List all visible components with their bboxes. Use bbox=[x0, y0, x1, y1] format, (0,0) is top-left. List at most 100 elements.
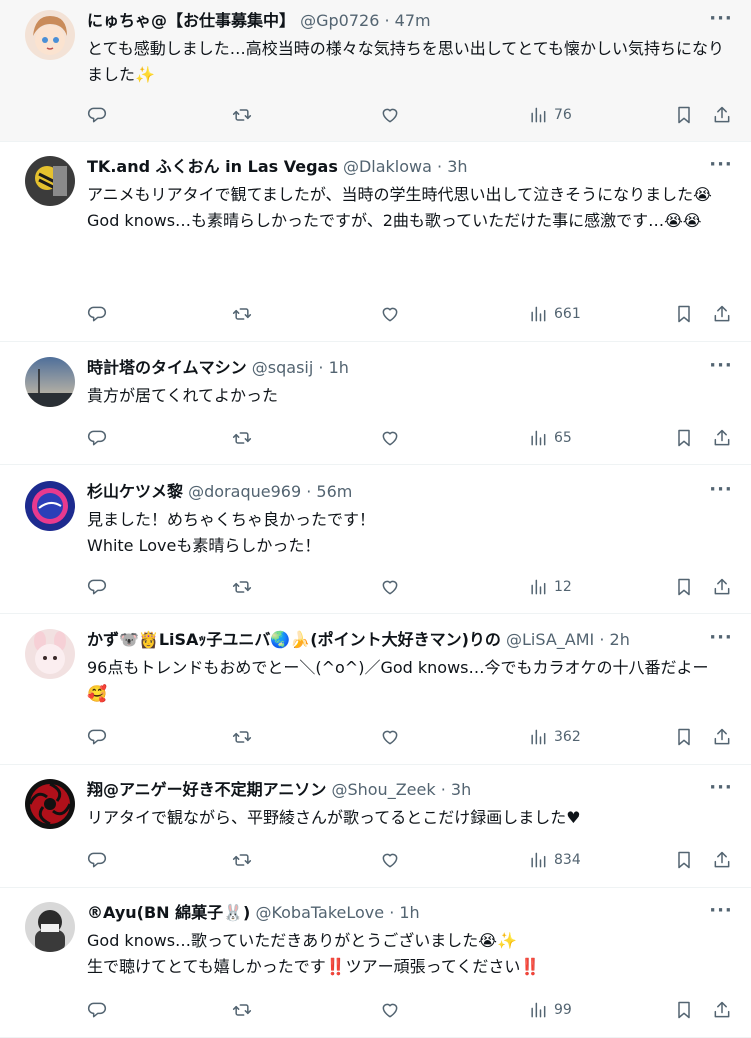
share-button[interactable] bbox=[712, 848, 732, 872]
avatar[interactable] bbox=[25, 779, 75, 829]
separator: · bbox=[440, 780, 446, 799]
retweet-button[interactable] bbox=[232, 302, 252, 326]
like-button[interactable] bbox=[380, 725, 400, 749]
analytics-icon bbox=[531, 852, 546, 868]
like-button[interactable] bbox=[380, 848, 400, 872]
reply-icon bbox=[87, 579, 107, 595]
more-options-icon[interactable]: ··· bbox=[709, 779, 733, 801]
more-options-icon[interactable]: ··· bbox=[709, 902, 733, 924]
timestamp[interactable]: 3h bbox=[451, 780, 471, 799]
more-options-icon[interactable]: ··· bbox=[709, 629, 733, 651]
like-button[interactable] bbox=[380, 575, 400, 599]
tweet-text: アニメもリアタイで観てましたが、当時の学生時代思い出して泣きそうになりました😭 … bbox=[87, 185, 712, 230]
avatar[interactable] bbox=[25, 902, 75, 952]
bookmark-button[interactable] bbox=[674, 103, 694, 127]
views-button[interactable]: 661 bbox=[528, 302, 581, 326]
reply-button[interactable] bbox=[87, 302, 107, 326]
share-button[interactable] bbox=[712, 302, 732, 326]
reply-button[interactable] bbox=[87, 575, 107, 599]
share-button[interactable] bbox=[712, 426, 732, 450]
retweet-button[interactable] bbox=[232, 426, 252, 450]
avatar[interactable] bbox=[25, 357, 75, 407]
timestamp[interactable]: 1h bbox=[329, 358, 349, 377]
reply-button[interactable] bbox=[87, 848, 107, 872]
reply-icon bbox=[87, 729, 107, 745]
views-button[interactable]: 834 bbox=[528, 848, 581, 872]
bookmark-button[interactable] bbox=[674, 725, 694, 749]
separator: · bbox=[437, 157, 443, 176]
retweet-button[interactable] bbox=[232, 998, 252, 1022]
like-button[interactable] bbox=[380, 302, 400, 326]
tweet[interactable]: ®Ayu(BN 綿菓子🐰) @KobaTakeLove · 1h ··· God… bbox=[0, 888, 751, 1038]
views-button[interactable]: 65 bbox=[528, 426, 572, 450]
views-button[interactable]: 76 bbox=[528, 103, 572, 127]
views-button[interactable]: 362 bbox=[528, 725, 581, 749]
avatar[interactable] bbox=[25, 156, 75, 206]
bookmark-icon bbox=[678, 728, 690, 746]
reply-button[interactable] bbox=[87, 426, 107, 450]
share-button[interactable] bbox=[712, 998, 732, 1022]
retweet-icon bbox=[232, 581, 252, 593]
avatar[interactable] bbox=[25, 629, 75, 679]
reply-button[interactable] bbox=[87, 103, 107, 127]
bookmark-button[interactable] bbox=[674, 426, 694, 450]
tweet-actions: 661 bbox=[87, 302, 733, 326]
avatar[interactable] bbox=[25, 10, 75, 60]
like-button[interactable] bbox=[380, 426, 400, 450]
bookmark-button[interactable] bbox=[674, 575, 694, 599]
user-handle[interactable]: @doraque969 bbox=[188, 482, 301, 501]
more-options-icon[interactable]: ··· bbox=[709, 10, 733, 32]
user-handle[interactable]: @Gp0726 bbox=[300, 11, 379, 30]
tweet[interactable]: かず🐨👸LiSAｯ子ユニバ🌏🍌(ポイント大好きマン)りの @LiSA_AMI ·… bbox=[0, 614, 751, 765]
user-handle[interactable]: @Dlaklowa bbox=[343, 157, 432, 176]
more-options-icon[interactable]: ··· bbox=[709, 357, 733, 379]
like-button[interactable] bbox=[380, 103, 400, 127]
bookmark-button[interactable] bbox=[674, 848, 694, 872]
reply-button[interactable] bbox=[87, 725, 107, 749]
share-button[interactable] bbox=[712, 103, 732, 127]
timestamp[interactable]: 1h bbox=[399, 903, 419, 922]
analytics-icon bbox=[531, 306, 546, 322]
display-name[interactable]: 時計塔のタイムマシン bbox=[87, 358, 247, 377]
retweet-button[interactable] bbox=[232, 848, 252, 872]
heart-icon bbox=[382, 853, 398, 868]
more-options-icon[interactable]: ··· bbox=[709, 156, 733, 178]
user-handle[interactable]: @Shou_Zeek bbox=[331, 780, 435, 799]
bookmark-button[interactable] bbox=[674, 998, 694, 1022]
timestamp[interactable]: 3h bbox=[447, 157, 467, 176]
tweet[interactable]: にゅちゃ@【お仕事募集中】 @Gp0726 · 47m ··· とても感動しまし… bbox=[0, 0, 751, 142]
reply-button[interactable] bbox=[87, 998, 107, 1022]
bookmark-icon bbox=[678, 106, 690, 124]
timestamp[interactable]: 47m bbox=[395, 11, 431, 30]
display-name[interactable]: にゅちゃ@【お仕事募集中】 bbox=[87, 11, 295, 30]
user-handle[interactable]: @sqasij bbox=[252, 358, 314, 377]
tweet[interactable]: 杉山ケツメ黎 @doraque969 · 56m ··· 見ました！めちゃくちゃ… bbox=[0, 465, 751, 614]
timestamp[interactable]: 2h bbox=[610, 630, 630, 649]
display-name[interactable]: 翔@アニゲー好き不定期アニソン bbox=[87, 780, 326, 799]
display-name[interactable]: 杉山ケツメ黎 bbox=[87, 482, 183, 501]
view-count: 12 bbox=[554, 579, 572, 595]
bookmark-button[interactable] bbox=[674, 302, 694, 326]
reply-icon bbox=[87, 430, 107, 446]
retweet-button[interactable] bbox=[232, 725, 252, 749]
avatar[interactable] bbox=[25, 481, 75, 531]
share-button[interactable] bbox=[712, 725, 732, 749]
views-button[interactable]: 12 bbox=[528, 575, 572, 599]
retweet-icon bbox=[232, 109, 252, 121]
display-name[interactable]: TK.and ふくおん in Las Vegas bbox=[87, 157, 338, 176]
reply-icon bbox=[87, 306, 107, 322]
share-button[interactable] bbox=[712, 575, 732, 599]
more-options-icon[interactable]: ··· bbox=[709, 481, 733, 503]
user-handle[interactable]: @KobaTakeLove bbox=[255, 903, 384, 922]
tweet[interactable]: TK.and ふくおん in Las Vegas @Dlaklowa · 3h … bbox=[0, 142, 751, 342]
views-button[interactable]: 99 bbox=[528, 998, 572, 1022]
user-handle[interactable]: @LiSA_AMI bbox=[506, 630, 594, 649]
tweet[interactable]: 翔@アニゲー好き不定期アニソン @Shou_Zeek · 3h ··· リアタイ… bbox=[0, 765, 751, 888]
timestamp[interactable]: 56m bbox=[316, 482, 352, 501]
display-name[interactable]: かず🐨👸LiSAｯ子ユニバ🌏🍌(ポイント大好きマン)りの bbox=[87, 630, 501, 649]
display-name[interactable]: ®Ayu(BN 綿菓子🐰) bbox=[87, 903, 250, 922]
tweet[interactable]: 時計塔のタイムマシン @sqasij · 1h ··· 貴方が居てくれてよかった… bbox=[0, 342, 751, 465]
like-button[interactable] bbox=[380, 998, 400, 1022]
retweet-button[interactable] bbox=[232, 575, 252, 599]
retweet-button[interactable] bbox=[232, 103, 252, 127]
